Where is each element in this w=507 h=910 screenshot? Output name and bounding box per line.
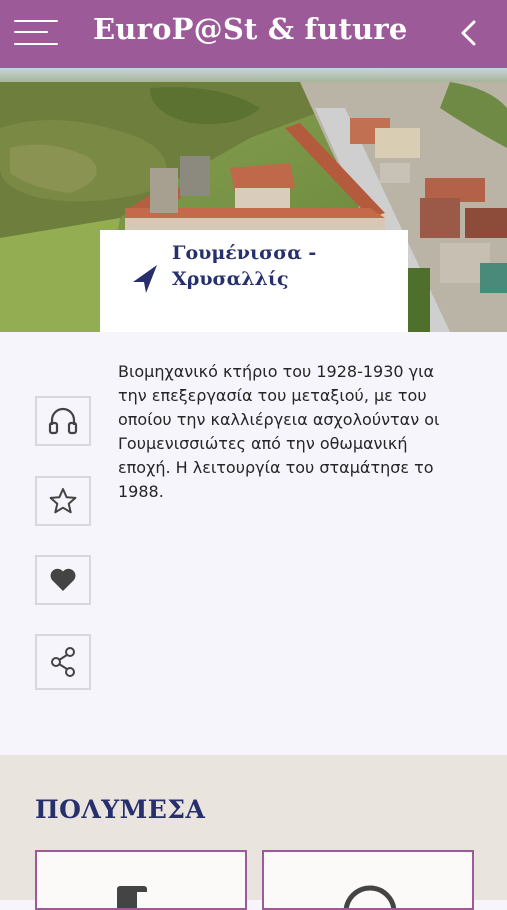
multimedia-section: ΠΟΛΥΜΕΣΑ bbox=[0, 755, 507, 910]
heart-icon bbox=[50, 568, 76, 591]
media-video-card[interactable] bbox=[262, 850, 474, 910]
chevron-left-icon[interactable] bbox=[455, 18, 485, 48]
multimedia-title: ΠΟΛΥΜΕΣΑ bbox=[35, 795, 206, 824]
place-card: Γουμένισσα - Χρυσαλλίς bbox=[100, 230, 408, 332]
app-header: EuroP@St & future bbox=[0, 0, 507, 68]
share-icon bbox=[51, 647, 75, 677]
audio-button[interactable] bbox=[35, 396, 91, 446]
like-button[interactable] bbox=[35, 555, 91, 605]
share-button[interactable] bbox=[35, 634, 91, 690]
hamburger-menu-icon[interactable] bbox=[14, 17, 60, 47]
gallery-icon bbox=[117, 886, 151, 908]
video-icon bbox=[343, 885, 397, 908]
place-name: Γουμένισσα - Χρυσαλλίς bbox=[172, 242, 317, 290]
media-gallery-card[interactable] bbox=[35, 850, 247, 910]
star-icon bbox=[49, 488, 77, 514]
place-description: Βιομηχανικό κτήριο του 1928-1930 για την… bbox=[118, 362, 440, 501]
headphones-icon bbox=[48, 407, 78, 435]
favorite-button[interactable] bbox=[35, 476, 91, 526]
navigation-arrow-icon[interactable] bbox=[132, 264, 158, 294]
app-title: EuroP@St & future bbox=[93, 12, 408, 46]
